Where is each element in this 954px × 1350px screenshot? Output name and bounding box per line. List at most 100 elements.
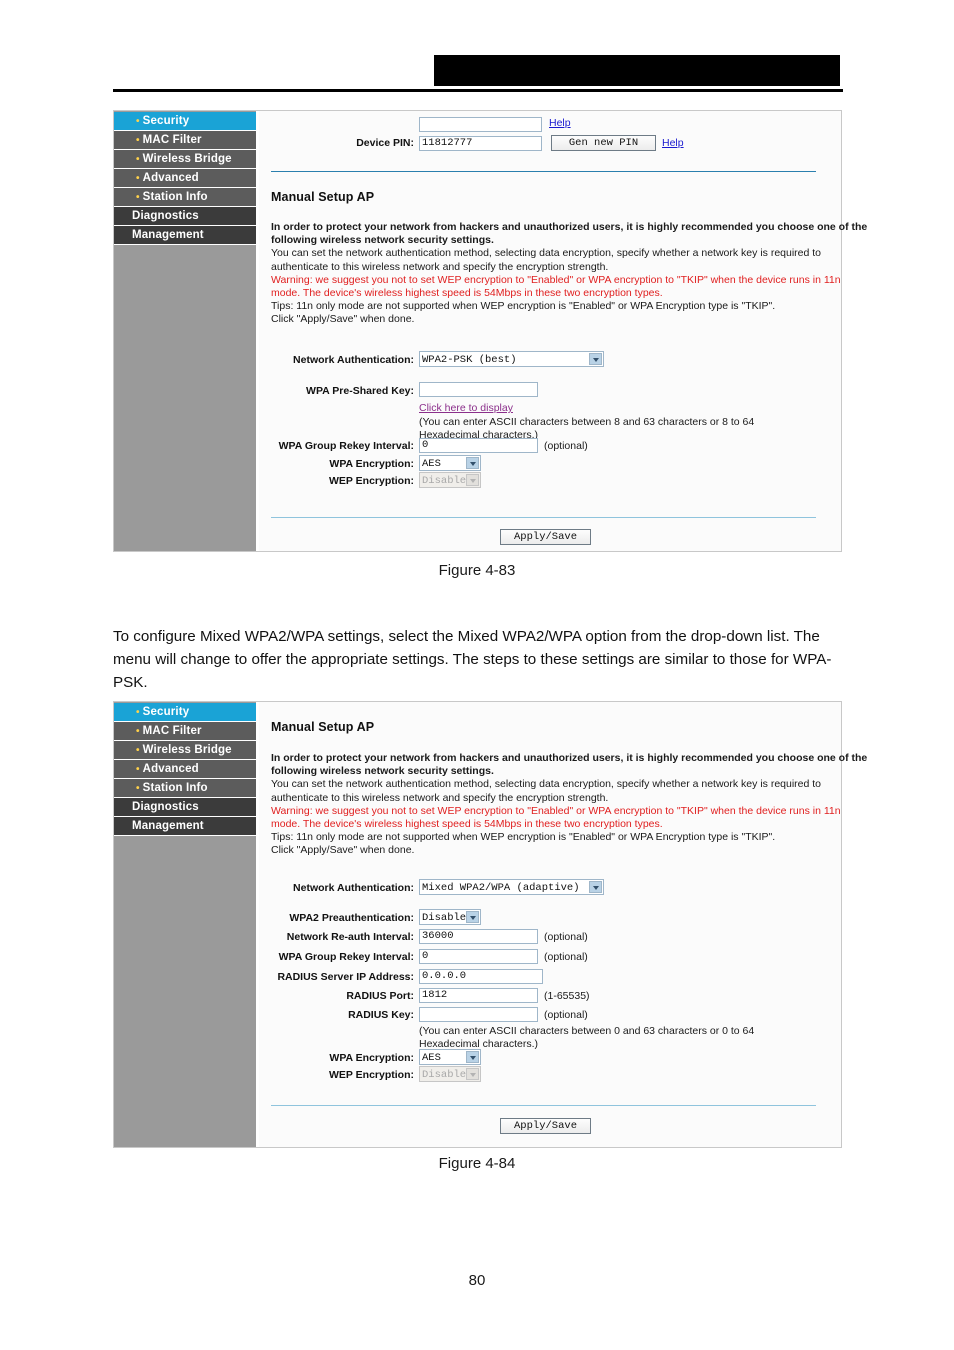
- network-reauth-optional-note: (optional): [544, 931, 588, 943]
- sidebar-item-advanced[interactable]: • Advanced: [114, 760, 256, 779]
- desc-line-4: authenticate to this wireless network an…: [271, 791, 609, 804]
- sidebar-item-management[interactable]: Management: [114, 817, 256, 836]
- wep-encryption-value: Disabled: [422, 475, 473, 487]
- figure-caption-4-83: Figure 4-83: [438, 562, 516, 579]
- sidebar-item-label: Wireless Bridge: [142, 744, 232, 756]
- router-sidebar-menu-1: • Security • MAC Filter • Wireless Bridge •…: [114, 111, 259, 551]
- help-link-pin[interactable]: Help: [662, 137, 684, 149]
- network-reauth-input[interactable]: [419, 929, 538, 944]
- bullet-icon: •: [136, 135, 140, 146]
- network-auth-select[interactable]: Mixed WPA2/WPA (adaptive): [419, 879, 604, 895]
- wpa-rekey-input[interactable]: [419, 949, 538, 964]
- figure-4-84-screenshot: • Security • MAC Filter • Wireless Bridge •…: [113, 701, 867, 1148]
- click-here-to-display-link[interactable]: Click here to display: [419, 402, 513, 414]
- bullet-icon: •: [136, 707, 140, 718]
- wep-encryption-value: Disabled: [422, 1069, 473, 1081]
- radius-port-range-note: (1-65535): [544, 990, 590, 1002]
- network-auth-select[interactable]: WPA2-PSK (best): [419, 351, 604, 367]
- radius-port-input[interactable]: [419, 988, 538, 1003]
- desc-warning-line-2: mode. The device's wireless highest spee…: [271, 818, 663, 831]
- bullet-icon: •: [136, 783, 140, 794]
- sidebar-item-advanced[interactable]: • Advanced: [114, 169, 256, 188]
- network-auth-label: Network Authentication:: [293, 882, 414, 894]
- chevron-down-icon[interactable]: [466, 457, 479, 469]
- sidebar-item-label: Advanced: [142, 763, 199, 775]
- radius-key-optional-note: (optional): [544, 1009, 588, 1021]
- body-line-1: To configure Mixed WPA2/WPA settings, se…: [113, 628, 763, 645]
- network-reauth-label: Network Re-auth Interval:: [286, 931, 414, 943]
- chevron-down-icon[interactable]: [466, 1051, 479, 1063]
- sidebar-item-label: MAC Filter: [142, 134, 202, 146]
- sidebar-item-label: Security: [142, 706, 190, 718]
- header-divider: [113, 89, 843, 92]
- sidebar-item-label: Station Info: [142, 191, 208, 203]
- security-description-text: In order to protect your network from ha…: [271, 752, 867, 858]
- network-auth-value: Mixed WPA2/WPA (adaptive): [422, 882, 580, 894]
- wpa-psk-input[interactable]: [419, 382, 538, 397]
- wpa-rekey-optional-note: (optional): [544, 440, 588, 452]
- desc-warning-line-1: Warning: we suggest you not to set WEP e…: [271, 273, 841, 286]
- sidebar-item-label: Advanced: [142, 172, 199, 184]
- radius-server-ip-input[interactable]: [419, 969, 543, 984]
- bullet-icon: •: [136, 745, 140, 756]
- page-header: [0, 0, 954, 92]
- wep-encryption-select: Disabled: [419, 472, 481, 488]
- wpa-encryption-select[interactable]: AES: [419, 455, 481, 471]
- radius-key-input[interactable]: [419, 1007, 538, 1022]
- gen-new-pin-button[interactable]: Gen new PIN: [551, 135, 656, 151]
- wpa-rekey-input[interactable]: [419, 438, 538, 453]
- sidebar-item-label: Station Info: [142, 782, 208, 794]
- wpa2-preauth-value: Disabled: [422, 912, 473, 924]
- bullet-icon: •: [136, 116, 140, 127]
- sidebar-item-wireless-bridge[interactable]: • Wireless Bridge: [114, 741, 256, 760]
- chevron-down-icon[interactable]: [589, 353, 602, 365]
- chevron-down-icon[interactable]: [466, 911, 479, 923]
- sidebar-item-wireless-bridge[interactable]: • Wireless Bridge: [114, 150, 256, 169]
- sidebar-item-station-info[interactable]: • Station Info: [114, 779, 256, 798]
- sidebar-item-label: Diagnostics: [132, 801, 199, 813]
- key-hint-line-1: (You can enter ASCII characters between …: [419, 1025, 755, 1037]
- wpa-encryption-label: WPA Encryption:: [329, 1052, 414, 1064]
- desc-line-4: authenticate to this wireless network an…: [271, 260, 609, 273]
- sidebar-item-mac-filter[interactable]: • MAC Filter: [114, 131, 256, 150]
- apply-save-button[interactable]: Apply/Save: [500, 1118, 591, 1134]
- help-link-top[interactable]: Help: [549, 117, 571, 129]
- sidebar-item-diagnostics[interactable]: Diagnostics: [114, 207, 256, 226]
- wpa-psk-label: WPA Pre-Shared Key:: [306, 385, 414, 397]
- wpa2-preauth-select[interactable]: Disabled: [419, 909, 481, 925]
- router-sidebar-menu-2: • Security • MAC Filter • Wireless Bridge •…: [114, 702, 259, 1147]
- desc-line-3: You can set the network authentication m…: [271, 247, 822, 260]
- wpa-encryption-value: AES: [422, 458, 441, 470]
- figure-4-83-screenshot: • Security • MAC Filter • Wireless Bridge •…: [113, 110, 867, 552]
- desc-bold-line-1: In order to protect your network from ha…: [271, 221, 868, 233]
- wpa-rekey-label: WPA Group Rekey Interval:: [278, 951, 414, 963]
- wpa-encryption-select[interactable]: AES: [419, 1049, 481, 1065]
- device-pin-input[interactable]: [419, 136, 542, 151]
- sidebar-item-label: MAC Filter: [142, 725, 202, 737]
- wpa-rekey-optional-note: (optional): [544, 951, 588, 963]
- sidebar-item-mac-filter[interactable]: • MAC Filter: [114, 722, 256, 741]
- desc-click-line: Click "Apply/Save" when done.: [271, 313, 415, 326]
- router-content-pane-2: Manual Setup AP In order to protect your…: [259, 702, 867, 1147]
- radius-server-ip-label: RADIUS Server IP Address:: [277, 971, 414, 983]
- sidebar-item-security[interactable]: • Security: [114, 703, 256, 722]
- section-divider-top: [271, 171, 816, 172]
- sidebar-item-station-info[interactable]: • Station Info: [114, 188, 256, 207]
- desc-line-3: You can set the network authentication m…: [271, 778, 822, 791]
- figure-caption-4-84: Figure 4-84: [438, 1155, 516, 1172]
- sidebar-item-management[interactable]: Management: [114, 226, 256, 245]
- desc-bold-line-1: In order to protect your network from ha…: [271, 752, 868, 764]
- sidebar-item-label: Management: [132, 820, 204, 832]
- sidebar-item-diagnostics[interactable]: Diagnostics: [114, 798, 256, 817]
- desc-warning-line-1: Warning: we suggest you not to set WEP e…: [271, 804, 841, 817]
- manual-setup-ap-heading: Manual Setup AP: [271, 720, 375, 734]
- sidebar-item-security[interactable]: • Security: [114, 112, 256, 131]
- bullet-icon: •: [136, 173, 140, 184]
- device-pin-label: Device PIN:: [356, 137, 414, 149]
- chevron-down-icon[interactable]: [589, 881, 602, 893]
- network-auth-label: Network Authentication:: [293, 354, 414, 366]
- apply-save-button[interactable]: Apply/Save: [500, 529, 591, 545]
- desc-warning-line-2: mode. The device's wireless highest spee…: [271, 287, 663, 300]
- bullet-icon: •: [136, 192, 140, 203]
- wps-blank-input[interactable]: [419, 117, 542, 132]
